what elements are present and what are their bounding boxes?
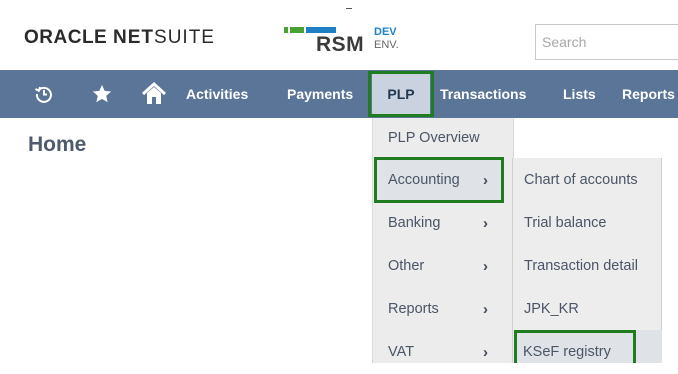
nav-activities[interactable]: Activities (186, 70, 248, 118)
logo-net-text: NET (113, 27, 155, 48)
environment-env-label: ENV. (374, 39, 399, 51)
submenu-item-trial-balance[interactable]: Trial balance (524, 202, 606, 245)
environment-dev-label: DEV (374, 26, 397, 38)
nav-transactions[interactable]: Transactions (440, 70, 526, 118)
menu-item-label: Reports (388, 301, 439, 317)
submenu-item-transaction-detail[interactable]: Transaction detail (524, 245, 638, 288)
menu-item-other[interactable]: Other › (372, 245, 514, 288)
page-title: Home (28, 133, 87, 156)
menu-item-label: VAT (388, 344, 415, 360)
submenu-item-jpk-kr[interactable]: JPK_KR (524, 288, 579, 331)
favorites-star-icon[interactable] (86, 70, 118, 118)
chevron-right-icon: › (483, 215, 488, 232)
menu-item-label: Accounting (388, 172, 460, 188)
menu-item-label: PLP Overview (388, 130, 480, 146)
menu-item-plp-overview[interactable]: PLP Overview (372, 118, 514, 158)
menu-item-vat[interactable]: VAT › (372, 331, 514, 363)
menu-item-reports[interactable]: Reports › (372, 288, 514, 331)
logo-suite-text: SUITE (154, 27, 215, 48)
nav-lists[interactable]: Lists (563, 70, 596, 118)
submenu-item-chart-of-accounts[interactable]: Chart of accounts (524, 159, 638, 202)
top-divider-mark (346, 8, 352, 9)
global-search-input[interactable] (535, 24, 678, 60)
nav-reports[interactable]: Reports (622, 70, 675, 118)
chevron-right-icon: › (483, 258, 488, 275)
nav-payments[interactable]: Payments (287, 70, 353, 118)
home-icon[interactable] (136, 70, 172, 118)
chevron-right-icon: › (483, 344, 488, 361)
submenu-item-ksef-registry[interactable]: KSeF registry (523, 331, 611, 363)
recent-records-icon[interactable] (28, 70, 60, 118)
menu-item-label: Banking (388, 215, 441, 231)
menu-item-label: Other (388, 258, 425, 274)
chevron-right-icon: › (483, 301, 488, 318)
menu-item-banking[interactable]: Banking › (372, 202, 514, 245)
oracle-netsuite-logo[interactable]: ORACLE NETSUITE (24, 27, 215, 49)
logo-oracle-text: ORACLE (24, 27, 108, 48)
nav-plp[interactable]: PLP (372, 73, 430, 115)
menu-item-accounting[interactable]: Accounting › (377, 159, 502, 202)
rsm-logo-text: RSM (316, 33, 365, 56)
chevron-right-icon: › (483, 172, 488, 189)
